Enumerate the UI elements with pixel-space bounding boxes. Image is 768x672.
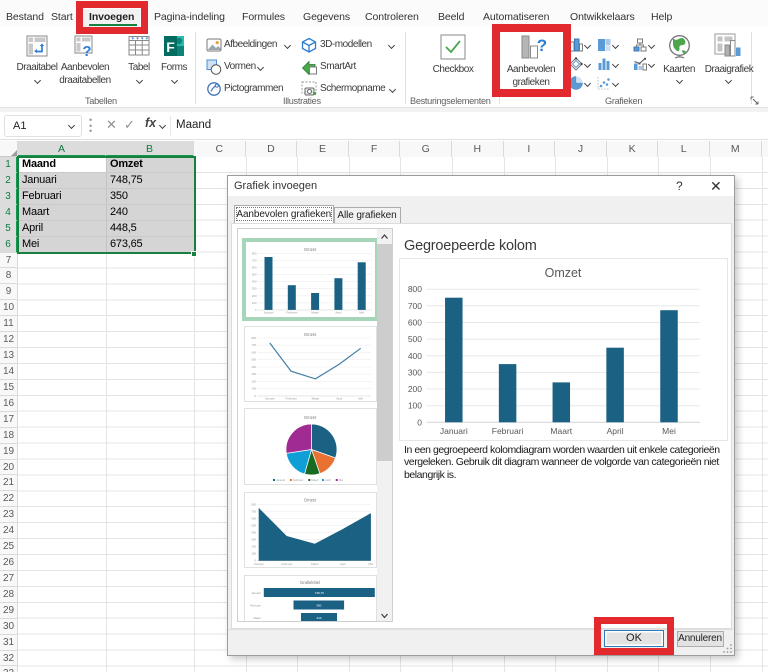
- svg-text:Februari: Februari: [286, 311, 298, 315]
- svg-text:200: 200: [408, 384, 422, 394]
- svg-text:700: 700: [251, 509, 256, 513]
- svg-text:400: 400: [251, 280, 256, 284]
- svg-text:800: 800: [251, 336, 256, 340]
- svg-text:700: 700: [408, 301, 422, 311]
- svg-text:350: 350: [316, 603, 321, 607]
- svg-text:Grafiektitel: Grafiektitel: [299, 580, 319, 585]
- svg-text:Maart: Maart: [311, 396, 319, 400]
- svg-text:200: 200: [251, 294, 256, 298]
- svg-text:Maart: Maart: [310, 562, 318, 566]
- svg-text:Februari: Februari: [285, 396, 297, 400]
- svg-text:April: April: [339, 562, 345, 566]
- svg-text:300: 300: [251, 287, 256, 291]
- svg-text:Januari: Januari: [263, 311, 273, 315]
- svg-text:700: 700: [251, 343, 256, 347]
- svg-text:100: 100: [251, 551, 256, 555]
- svg-text:Maart: Maart: [311, 311, 319, 315]
- svg-text:Maart: Maart: [253, 616, 261, 620]
- svg-text:800: 800: [251, 251, 256, 255]
- svg-text:800: 800: [408, 284, 422, 294]
- svg-text:?: ?: [82, 43, 91, 57]
- svg-text:400: 400: [251, 365, 256, 369]
- svg-text:100: 100: [251, 386, 256, 390]
- svg-text:Januari: Januari: [440, 426, 468, 436]
- svg-text:April: April: [607, 426, 624, 436]
- svg-text:100: 100: [251, 301, 256, 305]
- svg-text:Omzet: Omzet: [303, 332, 316, 337]
- svg-text:Omzet: Omzet: [545, 266, 582, 280]
- svg-text:Januari: Januari: [276, 478, 286, 482]
- svg-text:Omzet: Omzet: [303, 415, 316, 420]
- svg-text:Februari: Februari: [492, 426, 524, 436]
- svg-text:Mei: Mei: [662, 426, 676, 436]
- svg-text:300: 300: [408, 367, 422, 377]
- svg-text:800: 800: [251, 502, 256, 506]
- svg-text:Omzet: Omzet: [303, 497, 316, 502]
- svg-text:600: 600: [251, 516, 256, 520]
- svg-text:240: 240: [316, 616, 321, 620]
- svg-text:Mei: Mei: [359, 311, 364, 315]
- svg-text:600: 600: [251, 350, 256, 354]
- svg-text:500: 500: [251, 357, 256, 361]
- svg-text:Januari: Januari: [264, 396, 274, 400]
- svg-text:748,75: 748,75: [314, 591, 324, 595]
- svg-text:600: 600: [408, 318, 422, 328]
- svg-text:Januari: Januari: [251, 591, 261, 595]
- svg-text:200: 200: [251, 544, 256, 548]
- svg-text:Maart: Maart: [311, 478, 318, 482]
- svg-text:Mei: Mei: [358, 396, 363, 400]
- svg-text:400: 400: [251, 530, 256, 534]
- svg-text:0: 0: [417, 417, 422, 427]
- svg-text:Omzet: Omzet: [303, 247, 316, 252]
- svg-text:500: 500: [251, 273, 256, 277]
- svg-text:April: April: [336, 396, 342, 400]
- svg-text:300: 300: [251, 372, 256, 376]
- svg-text:April: April: [325, 478, 331, 482]
- svg-text:April: April: [335, 311, 341, 315]
- svg-text:Februari: Februari: [281, 562, 293, 566]
- svg-text:700: 700: [251, 259, 256, 263]
- svg-text:Mei: Mei: [368, 562, 373, 566]
- svg-text:500: 500: [251, 523, 256, 527]
- svg-text:Januari: Januari: [253, 562, 263, 566]
- svg-text:200: 200: [251, 379, 256, 383]
- svg-text:400: 400: [408, 351, 422, 361]
- svg-text:300: 300: [251, 537, 256, 541]
- svg-text:Mei: Mei: [338, 478, 343, 482]
- svg-text:Februari: Februari: [249, 603, 261, 607]
- svg-text:Maart: Maart: [550, 426, 572, 436]
- svg-text:600: 600: [251, 266, 256, 270]
- svg-text:Februari: Februari: [292, 478, 303, 482]
- svg-text:F: F: [166, 39, 175, 55]
- svg-text:100: 100: [408, 401, 422, 411]
- svg-text:500: 500: [408, 334, 422, 344]
